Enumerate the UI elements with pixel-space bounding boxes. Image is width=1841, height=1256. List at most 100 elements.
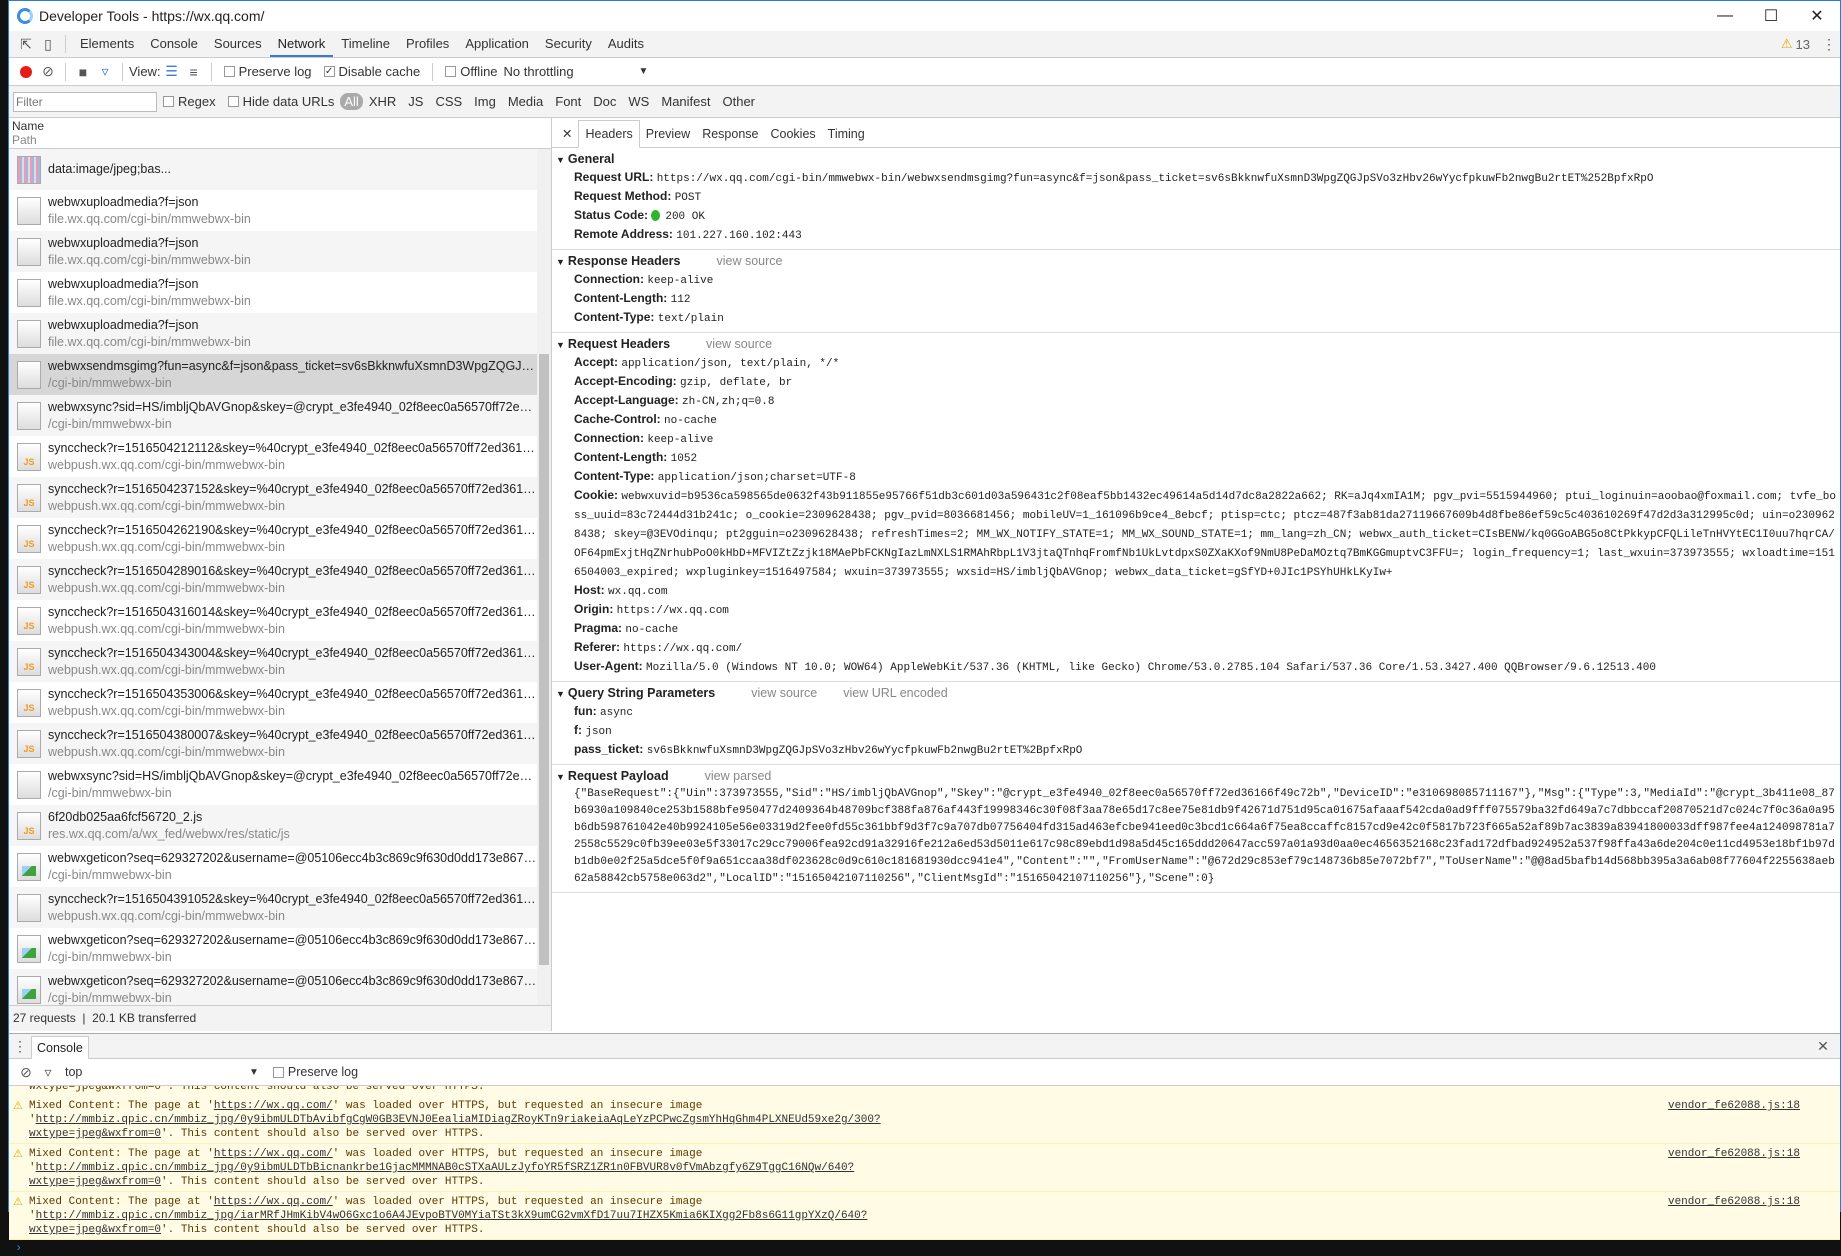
tab-cookies[interactable]: Cookies [765, 121, 822, 147]
context-select[interactable]: top [59, 1065, 249, 1079]
tab-timeline[interactable]: Timeline [333, 31, 398, 57]
warnings-count[interactable]: 13 [1796, 37, 1810, 52]
request-row[interactable]: webwxuploadmedia?f=json file.wx.qq.com/cg… [9, 190, 537, 231]
request-row[interactable]: JS synccheck?r=1516504316014&skey=%40cryp… [9, 600, 537, 641]
request-row[interactable]: webwxgeticon?seq=629327202&username=@051… [9, 928, 537, 969]
request-headers-header[interactable]: ▼ Request Headers view source [552, 336, 1840, 354]
page-link[interactable]: https://wx.qq.com/ [214, 1196, 333, 1208]
image-url-link[interactable]: http://mmbiz.qpic.cn/mmbiz_jpg/iarMRfJHm… [36, 1210, 868, 1222]
large-rows-icon[interactable]: ☰ [161, 61, 183, 83]
request-row[interactable]: JS 6f20db025aa6fcf56720_2.js res.wx.qq.com… [9, 805, 537, 846]
filter-type-all[interactable]: All [340, 93, 363, 110]
chevron-down-icon[interactable]: ▼ [249, 1067, 259, 1078]
request-row[interactable]: JS synccheck?r=1516504262190&skey=%40cryp… [9, 518, 537, 559]
tab-elements[interactable]: Elements [72, 31, 142, 57]
close-drawer-icon[interactable]: ✕ [1812, 1035, 1834, 1057]
view-source-link[interactable]: view parsed [705, 769, 772, 783]
filter-type-doc[interactable]: Doc [587, 94, 622, 109]
close-detail-icon[interactable]: ✕ [556, 121, 578, 147]
tab-network[interactable]: Network [269, 31, 334, 57]
request-row[interactable]: JS synccheck?r=1516504212112&skey=%40cryp… [9, 436, 537, 477]
filter-icon[interactable]: ▿ [94, 61, 116, 83]
clear-console-icon[interactable]: ⊘ [15, 1061, 37, 1083]
tab-audits[interactable]: Audits [600, 31, 652, 57]
request-row[interactable]: JS synccheck?r=1516504343004&skey=%40cryp… [9, 641, 537, 682]
view-source-link[interactable]: view source [751, 686, 817, 700]
tab-profiles[interactable]: Profiles [398, 31, 457, 57]
page-link[interactable]: https://wx.qq.com/ [214, 1148, 333, 1160]
filter-type-manifest[interactable]: Manifest [655, 94, 716, 109]
request-row[interactable]: JS synccheck?r=1516504353006&skey=%40cryp… [9, 682, 537, 723]
tab-sources[interactable]: Sources [206, 31, 270, 57]
general-header[interactable]: ▼ General [552, 151, 1840, 169]
image-url-link[interactable]: http://mmbiz.qpic.cn/mmbiz_jpg/0y9ibmULD… [36, 1162, 855, 1174]
filter-type-font[interactable]: Font [549, 94, 587, 109]
record-button[interactable] [20, 65, 32, 78]
clear-icon[interactable]: ⊘ [37, 61, 59, 83]
response-headers-header[interactable]: ▼ Response Headers view source [552, 253, 1840, 271]
minimize-button[interactable]: — [1702, 7, 1748, 25]
tab-security[interactable]: Security [537, 31, 600, 57]
regex-checkbox[interactable]: Regex [163, 94, 216, 109]
filter-type-other[interactable]: Other [717, 94, 762, 109]
request-row[interactable]: webwxsync?sid=HS/imbljQbAVGnop&skey=@cry… [9, 395, 537, 436]
page-link[interactable]: https://wx.qq.com/ [214, 1100, 333, 1112]
tab-console[interactable]: Console [31, 1036, 89, 1059]
filter-type-css[interactable]: CSS [429, 94, 468, 109]
triangle-down-icon[interactable]: ▼ [556, 257, 565, 267]
scrollbar-thumb[interactable] [539, 354, 549, 965]
offline-checkbox[interactable]: Offline [445, 64, 498, 79]
image-url-link-cont[interactable]: wxtype=jpeg&wxfrom=0 [29, 1128, 161, 1140]
image-url-link[interactable]: http://mmbiz.qpic.cn/mmbiz_jpg/0y9ibmULD… [36, 1114, 881, 1126]
filter-type-js[interactable]: JS [402, 94, 429, 109]
query-string-params-header[interactable]: ▼ Query String Parameters view source view … [552, 685, 1840, 703]
capture-screenshots-icon[interactable]: ■ [72, 61, 94, 83]
warning-icon[interactable]: ⚠ [1781, 36, 1793, 52]
filter-type-ws[interactable]: WS [622, 94, 655, 109]
request-row[interactable]: JS synccheck?r=1516504289016&skey=%40cryp… [9, 559, 537, 600]
inspect-element-icon[interactable]: ⇱ [15, 33, 37, 55]
tab-preview[interactable]: Preview [640, 121, 696, 147]
image-url-link-cont[interactable]: wxtype=jpeg&wxfrom=0 [29, 1176, 161, 1188]
close-window-button[interactable]: ✕ [1794, 6, 1840, 26]
filter-type-media[interactable]: Media [502, 94, 549, 109]
tab-application[interactable]: Application [457, 31, 537, 57]
overview-icon[interactable]: ≡ [183, 61, 205, 83]
console-filter-icon[interactable]: ▿ [37, 1061, 59, 1083]
triangle-down-icon[interactable]: ▼ [556, 340, 565, 350]
filter-type-img[interactable]: Img [468, 94, 502, 109]
tab-console[interactable]: Console [142, 31, 206, 57]
scrollbar[interactable] [537, 149, 551, 1005]
hide-data-urls-checkbox[interactable]: Hide data URLs [227, 94, 334, 109]
triangle-down-icon[interactable]: ▼ [556, 689, 565, 699]
request-row[interactable]: webwxsync?sid=HS/imbljQbAVGnop&skey=@cry… [9, 764, 537, 805]
more-menu-icon[interactable]: ⋮ [1818, 33, 1840, 55]
request-row[interactable]: webwxuploadmedia?f=json file.wx.qq.com/cg… [9, 272, 537, 313]
request-row[interactable]: synccheck?r=1516504391052&skey=%40crypt_… [9, 887, 537, 928]
disable-cache-checkbox[interactable]: ✓ Disable cache [323, 64, 420, 79]
filter-input[interactable] [13, 91, 157, 112]
request-payload-header[interactable]: ▼ Request Payload view parsed [552, 768, 1840, 786]
console-preserve-log-checkbox[interactable]: Preserve log [272, 1065, 358, 1079]
request-row[interactable]: JS synccheck?r=1516504380007&skey=%40cryp… [9, 723, 537, 764]
triangle-down-icon[interactable]: ▼ [556, 155, 565, 165]
tab-timing[interactable]: Timing [822, 121, 871, 147]
source-link[interactable]: vendor_fe62088.js:18 [1668, 1147, 1800, 1161]
name-column-header[interactable]: Name Path [9, 118, 551, 149]
triangle-down-icon[interactable]: ▼ [556, 772, 565, 782]
request-row[interactable]: webwxuploadmedia?f=json file.wx.qq.com/cg… [9, 231, 537, 272]
tab-headers[interactable]: Headers [578, 120, 640, 148]
maximize-button[interactable]: ☐ [1748, 6, 1794, 26]
source-link[interactable]: vendor_fe62088.js:18 [1668, 1099, 1800, 1113]
view-source-link[interactable]: view source [716, 254, 782, 268]
source-link[interactable]: vendor_fe62088.js:18 [1668, 1195, 1800, 1209]
drawer-menu-icon[interactable]: ⋮ [9, 1035, 31, 1057]
throttling-select[interactable]: No throttling [504, 64, 639, 79]
view-url-encoded-link[interactable]: view URL encoded [843, 686, 947, 700]
request-row[interactable]: webwxuploadmedia?f=json file.wx.qq.com/cg… [9, 313, 537, 354]
device-toolbar-icon[interactable]: ▯ [37, 33, 59, 55]
request-row[interactable]: JS synccheck?r=1516504237152&skey=%40cryp… [9, 477, 537, 518]
request-row[interactable]: data:image/jpeg;bas... [9, 149, 537, 190]
filter-type-xhr[interactable]: XHR [363, 94, 402, 109]
console-prompt[interactable]: › [9, 1240, 1840, 1256]
